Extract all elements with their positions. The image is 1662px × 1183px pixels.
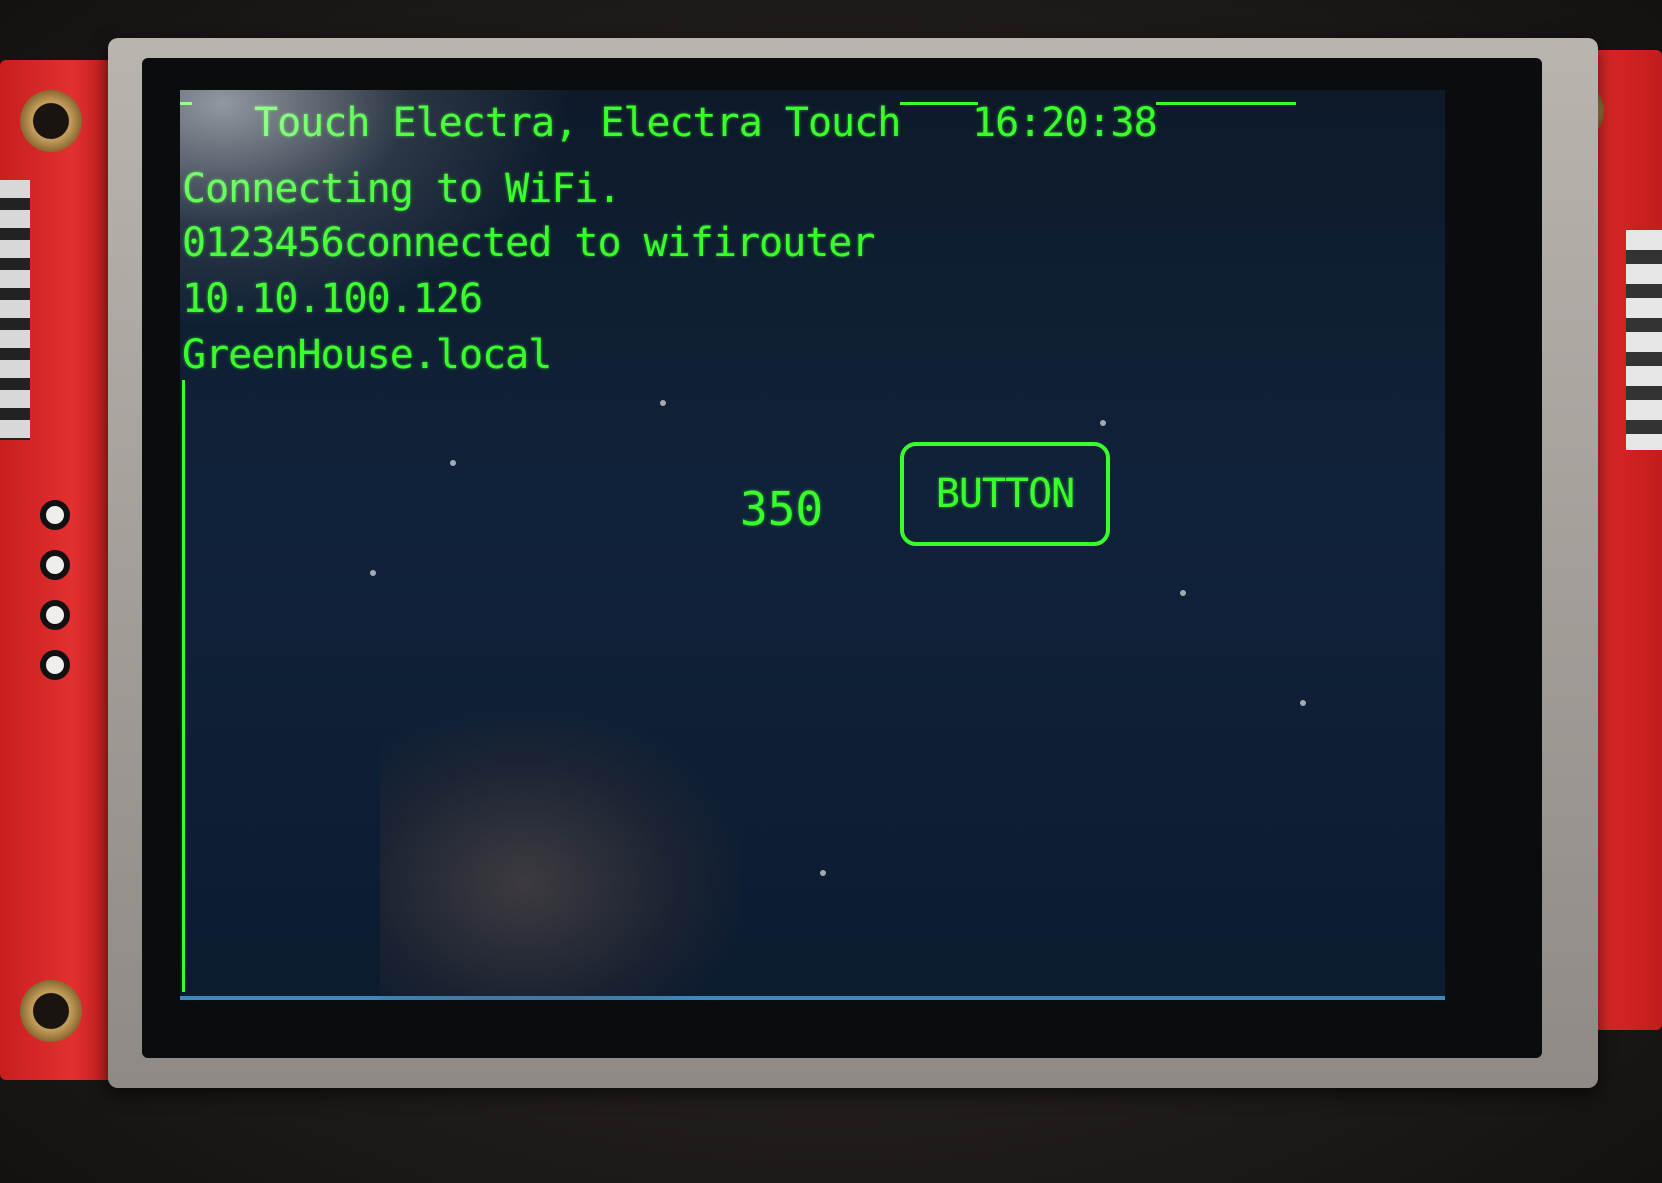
- log-line-hostname: GreenHouse.local: [182, 332, 552, 378]
- touch-button-label: BUTTON: [935, 471, 1075, 517]
- title-rule-right: [1156, 102, 1296, 105]
- face-reflection: [380, 710, 740, 1000]
- title-rule-mid: [900, 102, 978, 105]
- log-line-wifi-status: Connecting to WiFi.: [182, 166, 622, 212]
- dust-speck: [1100, 420, 1106, 426]
- dust-speck: [1180, 590, 1186, 596]
- bottom-border-line: [180, 996, 1445, 1000]
- dust-speck: [820, 870, 826, 876]
- tft-screen[interactable]: Touch Electra, Electra Touch 16:20:38 Co…: [180, 90, 1445, 1000]
- left-circuit-board: [0, 60, 120, 1080]
- dust-speck: [450, 460, 456, 466]
- log-line-connected: 0123456connected to wifirouter: [182, 220, 875, 266]
- pcb-hole: [40, 600, 70, 630]
- right-pin-header: [1626, 230, 1662, 450]
- pcb-hole: [40, 550, 70, 580]
- clock-display: 16:20:38: [972, 100, 1158, 146]
- mount-hole: [20, 980, 82, 1042]
- pcb-hole: [40, 650, 70, 680]
- dust-speck: [660, 400, 666, 406]
- counter-value: 350: [740, 482, 824, 536]
- left-border-line: [182, 380, 185, 992]
- left-pin-header: [0, 180, 30, 440]
- mount-hole: [20, 90, 82, 152]
- pcb-hole: [40, 500, 70, 530]
- log-line-ip-address: 10.10.100.126: [182, 276, 483, 322]
- title-bar: Touch Electra, Electra Touch 16:20:38: [180, 90, 1445, 146]
- dust-speck: [1300, 700, 1306, 706]
- title-rule-left: [180, 102, 192, 105]
- dust-speck: [370, 570, 376, 576]
- screen-title: Touch Electra, Electra Touch: [254, 100, 901, 146]
- touch-button[interactable]: BUTTON: [900, 442, 1110, 546]
- photo-scene: Touch Electra, Electra Touch 16:20:38 Co…: [0, 0, 1662, 1183]
